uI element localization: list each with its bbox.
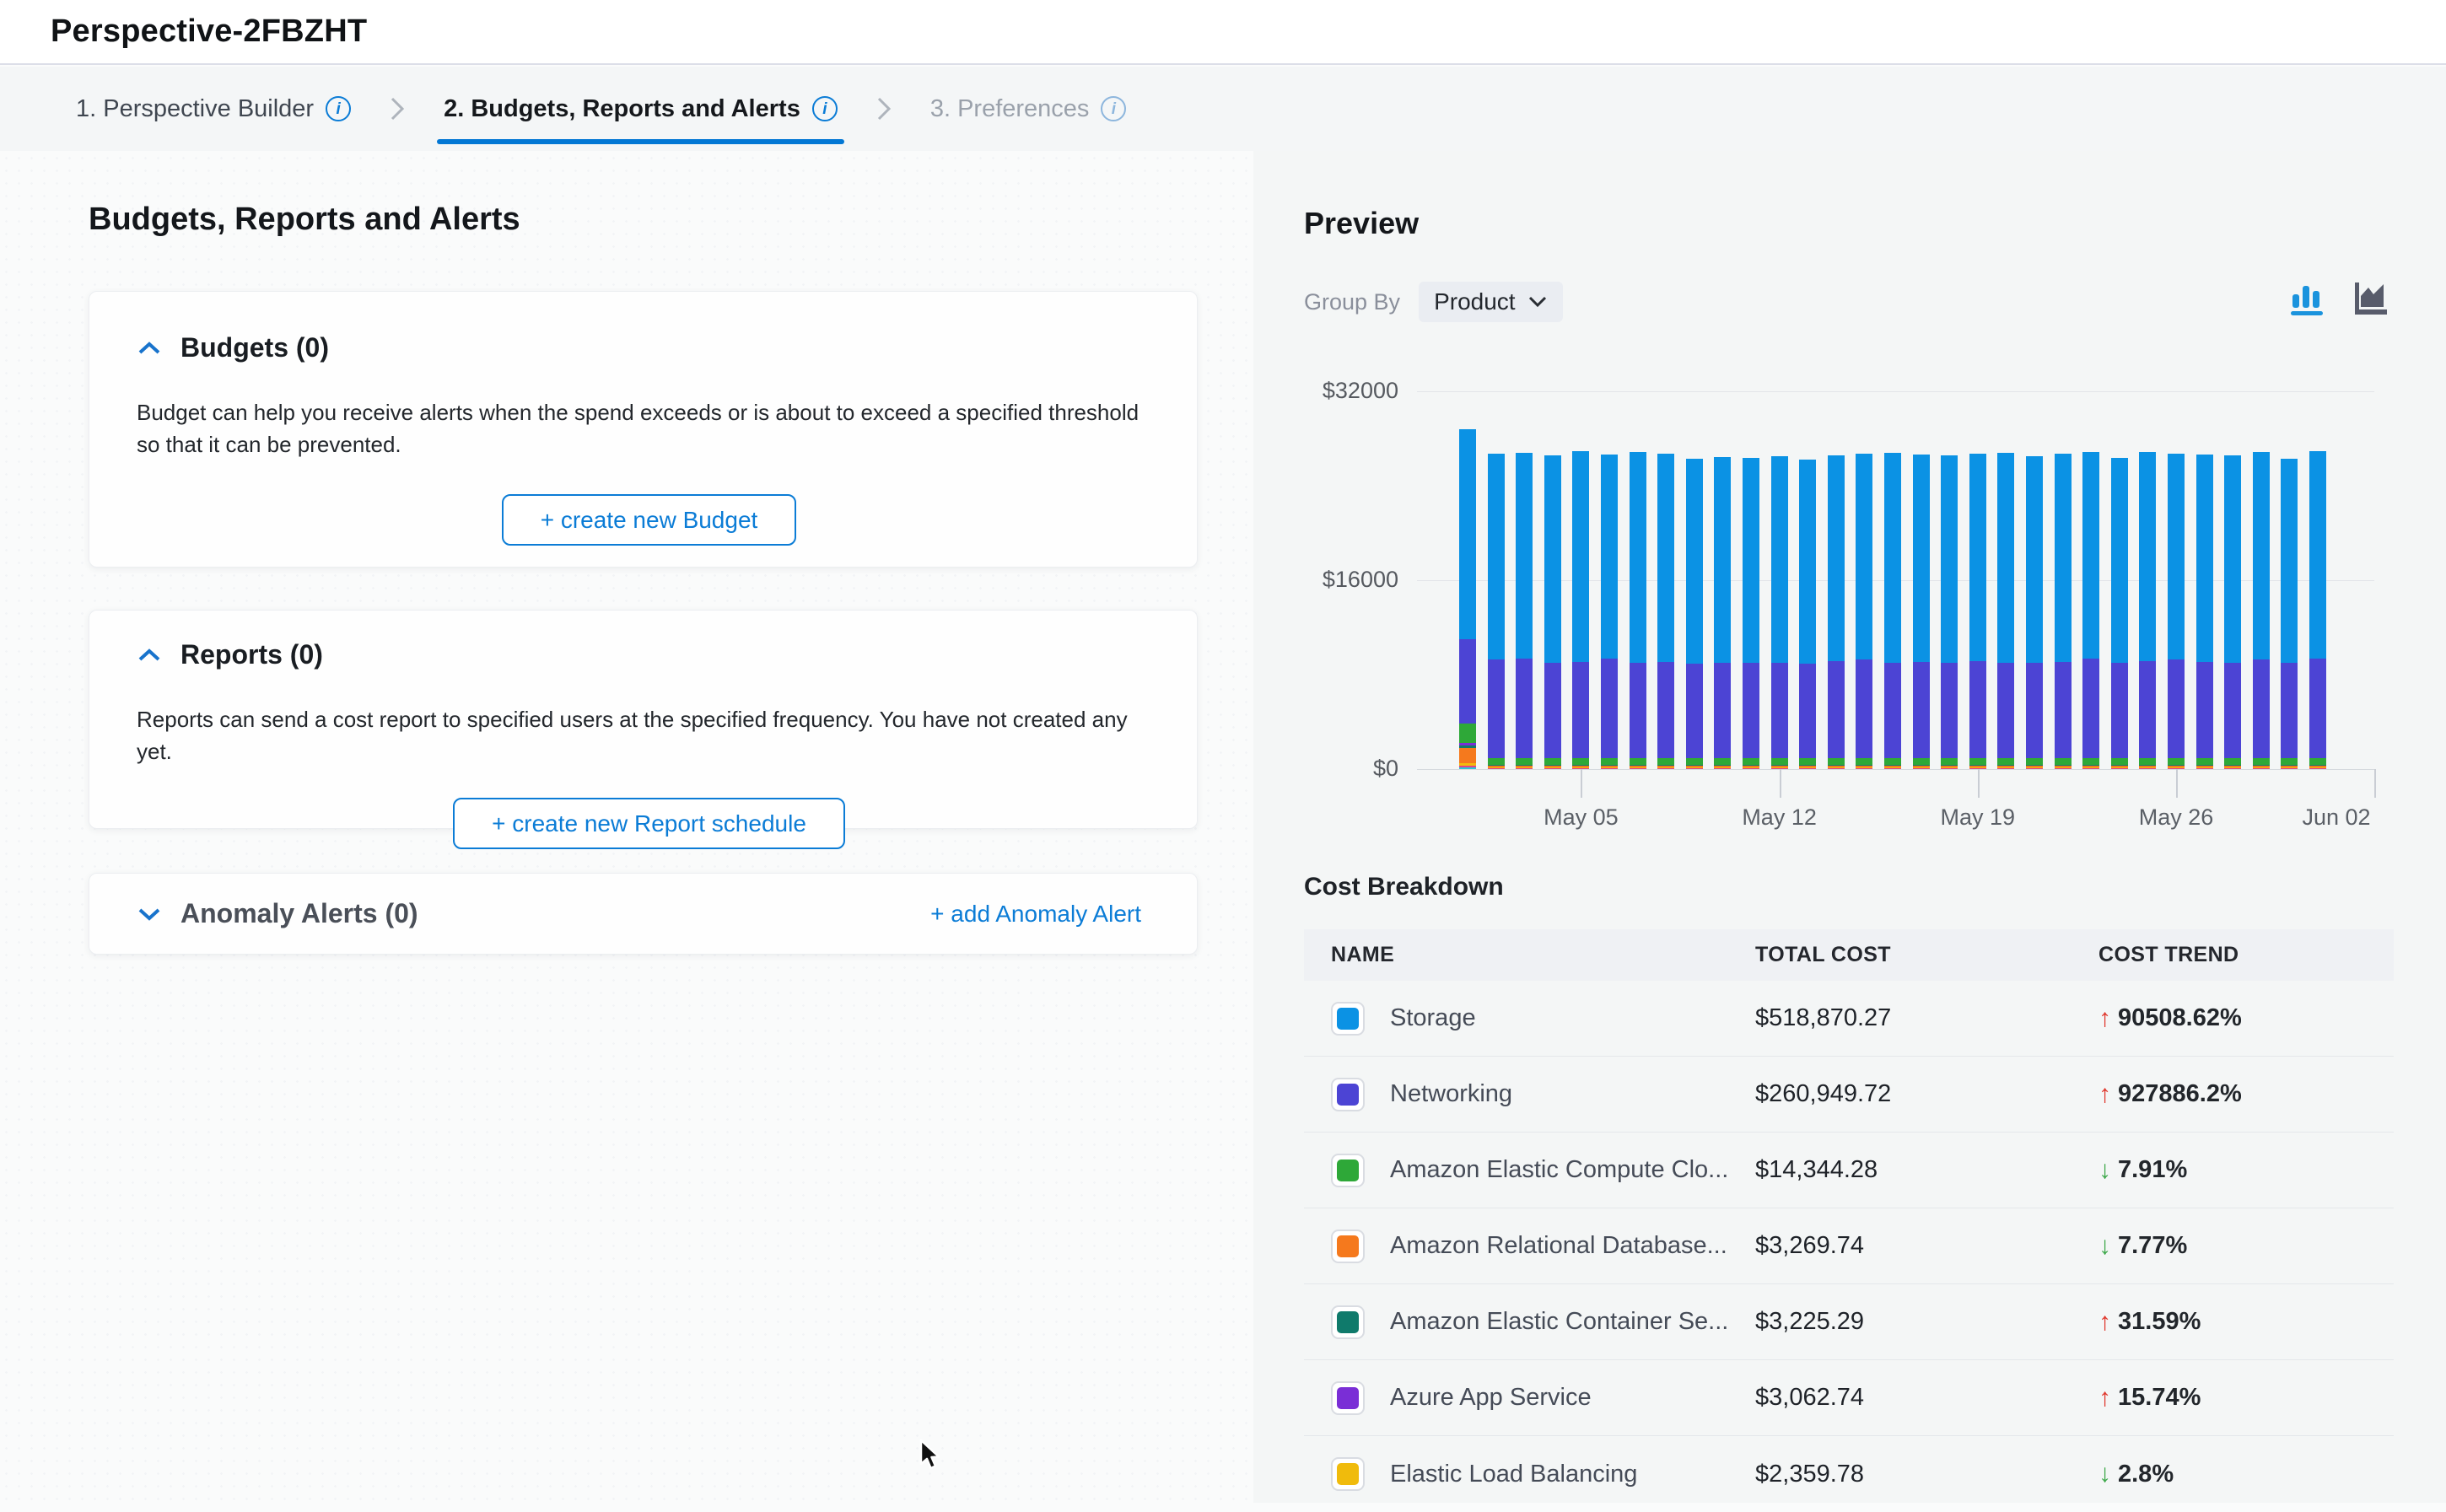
chevron-right-icon xyxy=(386,94,408,123)
trend-down-arrow-icon: ↓ xyxy=(2098,1232,2111,1261)
create-budget-button[interactable]: + create new Budget xyxy=(502,494,797,546)
table-header-row: NAME TOTAL COST COST TREND xyxy=(1304,929,2394,981)
total-cost: $3,269.74 xyxy=(1755,1232,2098,1260)
total-cost: $2,359.78 xyxy=(1755,1461,2098,1488)
total-cost: $3,062.74 xyxy=(1755,1384,2098,1412)
service-name: Elastic Load Balancing xyxy=(1390,1461,1637,1488)
service-name: Azure App Service xyxy=(1390,1384,1592,1412)
cost-trend: ↑31.59% xyxy=(2098,1308,2421,1337)
cost-trend: ↓7.77% xyxy=(2098,1232,2421,1261)
trend-up-arrow-icon: ↑ xyxy=(2098,1080,2111,1109)
total-cost: $260,949.72 xyxy=(1755,1080,2098,1108)
tab-label: 2. Budgets, Reports and Alerts xyxy=(444,95,800,123)
y-axis-tick-label: $32000 xyxy=(1272,378,1398,404)
add-anomaly-alert-link[interactable]: + add Anomaly Alert xyxy=(930,901,1141,928)
service-name: Amazon Elastic Compute Clo... xyxy=(1390,1156,1728,1184)
total-cost: $3,225.29 xyxy=(1755,1308,2098,1336)
collapse-chevron-up-icon[interactable] xyxy=(137,647,162,664)
chevron-right-icon xyxy=(873,94,895,123)
trend-percent: 7.77% xyxy=(2118,1232,2187,1260)
wizard-tabbar: 1. Perspective Builder i 2. Budgets, Rep… xyxy=(0,67,2446,151)
table-row[interactable]: Amazon Relational Database... $3,269.74↓7… xyxy=(1304,1208,2394,1284)
table-row[interactable]: Amazon Elastic Compute Clo... $14,344.28↓… xyxy=(1304,1133,2394,1208)
service-name-cell: Amazon Elastic Compute Clo... xyxy=(1331,1154,1755,1187)
info-icon[interactable]: i xyxy=(326,96,351,121)
cost-trend: ↑15.74% xyxy=(2098,1384,2421,1412)
col-header-total-cost: TOTAL COST xyxy=(1755,943,2098,967)
cost-breakdown-table: NAME TOTAL COST COST TREND Storage $518,8… xyxy=(1304,929,2394,1512)
series-color-swatch-icon xyxy=(1331,1305,1365,1339)
create-report-schedule-button[interactable]: + create new Report schedule xyxy=(453,798,845,849)
anomaly-alerts-card: Anomaly Alerts (0) + add Anomaly Alert xyxy=(89,873,1198,955)
y-axis-tick-label: $0 xyxy=(1272,756,1398,782)
cost-trend: ↑90508.62% xyxy=(2098,1004,2421,1033)
service-name-cell: Azure App Service xyxy=(1331,1381,1755,1415)
tab-budgets-reports-alerts[interactable]: 2. Budgets, Reports and Alerts i xyxy=(437,67,844,151)
cost-breakdown-title: Cost Breakdown xyxy=(1304,873,1504,901)
series-color-swatch-icon xyxy=(1331,1381,1365,1415)
tab-perspective-builder[interactable]: 1. Perspective Builder i xyxy=(69,67,358,151)
trend-percent: 15.74% xyxy=(2118,1384,2201,1412)
budgets-title: Budgets (0) xyxy=(180,332,329,363)
table-row[interactable]: Azure App Service $3,062.74↑15.74% xyxy=(1304,1360,2394,1436)
tab-preferences[interactable]: 3. Preferences i xyxy=(924,67,1134,151)
y-axis-tick-label: $16000 xyxy=(1272,567,1398,593)
anomaly-alerts-title: Anomaly Alerts (0) xyxy=(180,898,418,929)
table-row[interactable]: Storage $518,870.27↑90508.62% xyxy=(1304,981,2394,1057)
service-name: Amazon Relational Database... xyxy=(1390,1232,1727,1260)
series-color-swatch-icon xyxy=(1331,1154,1365,1187)
trend-percent: 2.8% xyxy=(2118,1461,2174,1488)
app-header: Perspective-2FBZHT xyxy=(0,0,2446,65)
perspective-builder-page: Perspective-2FBZHT 1. Perspective Builde… xyxy=(0,0,2446,1503)
reports-title: Reports (0) xyxy=(180,639,323,670)
trend-down-arrow-icon: ↓ xyxy=(2098,1460,2111,1488)
cost-trend: ↓ 2.8% xyxy=(2098,1460,2421,1488)
series-color-swatch-icon xyxy=(1331,1230,1365,1263)
preview-panel: Preview Group By Product xyxy=(1253,151,2446,1503)
series-color-swatch-icon xyxy=(1331,1078,1365,1111)
series-color-swatch-icon xyxy=(1331,1002,1365,1036)
tab-label: 3. Preferences xyxy=(930,95,1090,123)
service-name-cell: Storage xyxy=(1331,1002,1755,1036)
cost-trend: ↓7.91% xyxy=(2098,1156,2421,1185)
trend-percent: 927886.2% xyxy=(2118,1080,2242,1108)
trend-up-arrow-icon: ↑ xyxy=(2098,1004,2111,1033)
page-title: Perspective-2FBZHT xyxy=(51,13,367,50)
trend-down-arrow-icon: ↓ xyxy=(2098,1156,2111,1185)
trend-percent: 90508.62% xyxy=(2118,1004,2242,1032)
collapse-chevron-up-icon[interactable] xyxy=(137,340,162,357)
table-row[interactable]: Amazon Elastic Container Se... $3,225.29↑… xyxy=(1304,1284,2394,1360)
cost-trend: ↑927886.2% xyxy=(2098,1080,2421,1109)
service-name: Storage xyxy=(1390,1004,1476,1032)
section-heading: Budgets, Reports and Alerts xyxy=(89,202,1198,238)
total-cost: $14,344.28 xyxy=(1755,1156,2098,1184)
trend-up-arrow-icon: ↑ xyxy=(2098,1308,2111,1337)
trend-percent: 31.59% xyxy=(2118,1308,2201,1336)
info-icon[interactable]: i xyxy=(1101,96,1126,121)
table-body: Storage$518,870.27↑90508.62%Networking$2… xyxy=(1304,981,2394,1512)
reports-card: Reports (0) Reports can send a cost repo… xyxy=(89,610,1198,829)
trend-up-arrow-icon: ↑ xyxy=(2098,1384,2111,1412)
series-color-swatch-icon xyxy=(1331,1457,1365,1491)
expand-chevron-down-icon[interactable] xyxy=(137,906,162,923)
budgets-reports-alerts-panel: Budgets, Reports and Alerts Budgets (0) … xyxy=(89,151,1198,955)
info-icon[interactable]: i xyxy=(812,96,838,121)
budgets-card: Budgets (0) Budget can help you receive … xyxy=(89,291,1198,568)
trend-percent: 7.91% xyxy=(2118,1156,2187,1184)
service-name-cell: Amazon Elastic Container Se... xyxy=(1331,1305,1755,1339)
mouse-cursor xyxy=(918,1439,946,1472)
reports-description: Reports can send a cost report to specif… xyxy=(137,704,1161,767)
col-header-cost-trend: COST TREND xyxy=(2098,943,2421,967)
total-cost: $518,870.27 xyxy=(1755,1004,2098,1032)
service-name-cell: Networking xyxy=(1331,1078,1755,1111)
table-row[interactable]: Networking $260,949.72↑927886.2% xyxy=(1304,1057,2394,1133)
service-name: Networking xyxy=(1390,1080,1512,1108)
budgets-description: Budget can help you receive alerts when … xyxy=(137,397,1161,460)
tab-label: 1. Perspective Builder xyxy=(76,95,314,123)
col-header-name: NAME xyxy=(1331,943,1755,967)
service-name: Amazon Elastic Container Se... xyxy=(1390,1308,1728,1336)
service-name-cell: Amazon Relational Database... xyxy=(1331,1230,1755,1263)
table-row[interactable]: Elastic Load Balancing $2,359.78↓ 2.8% xyxy=(1304,1436,2394,1512)
service-name-cell: Elastic Load Balancing xyxy=(1331,1457,1755,1491)
